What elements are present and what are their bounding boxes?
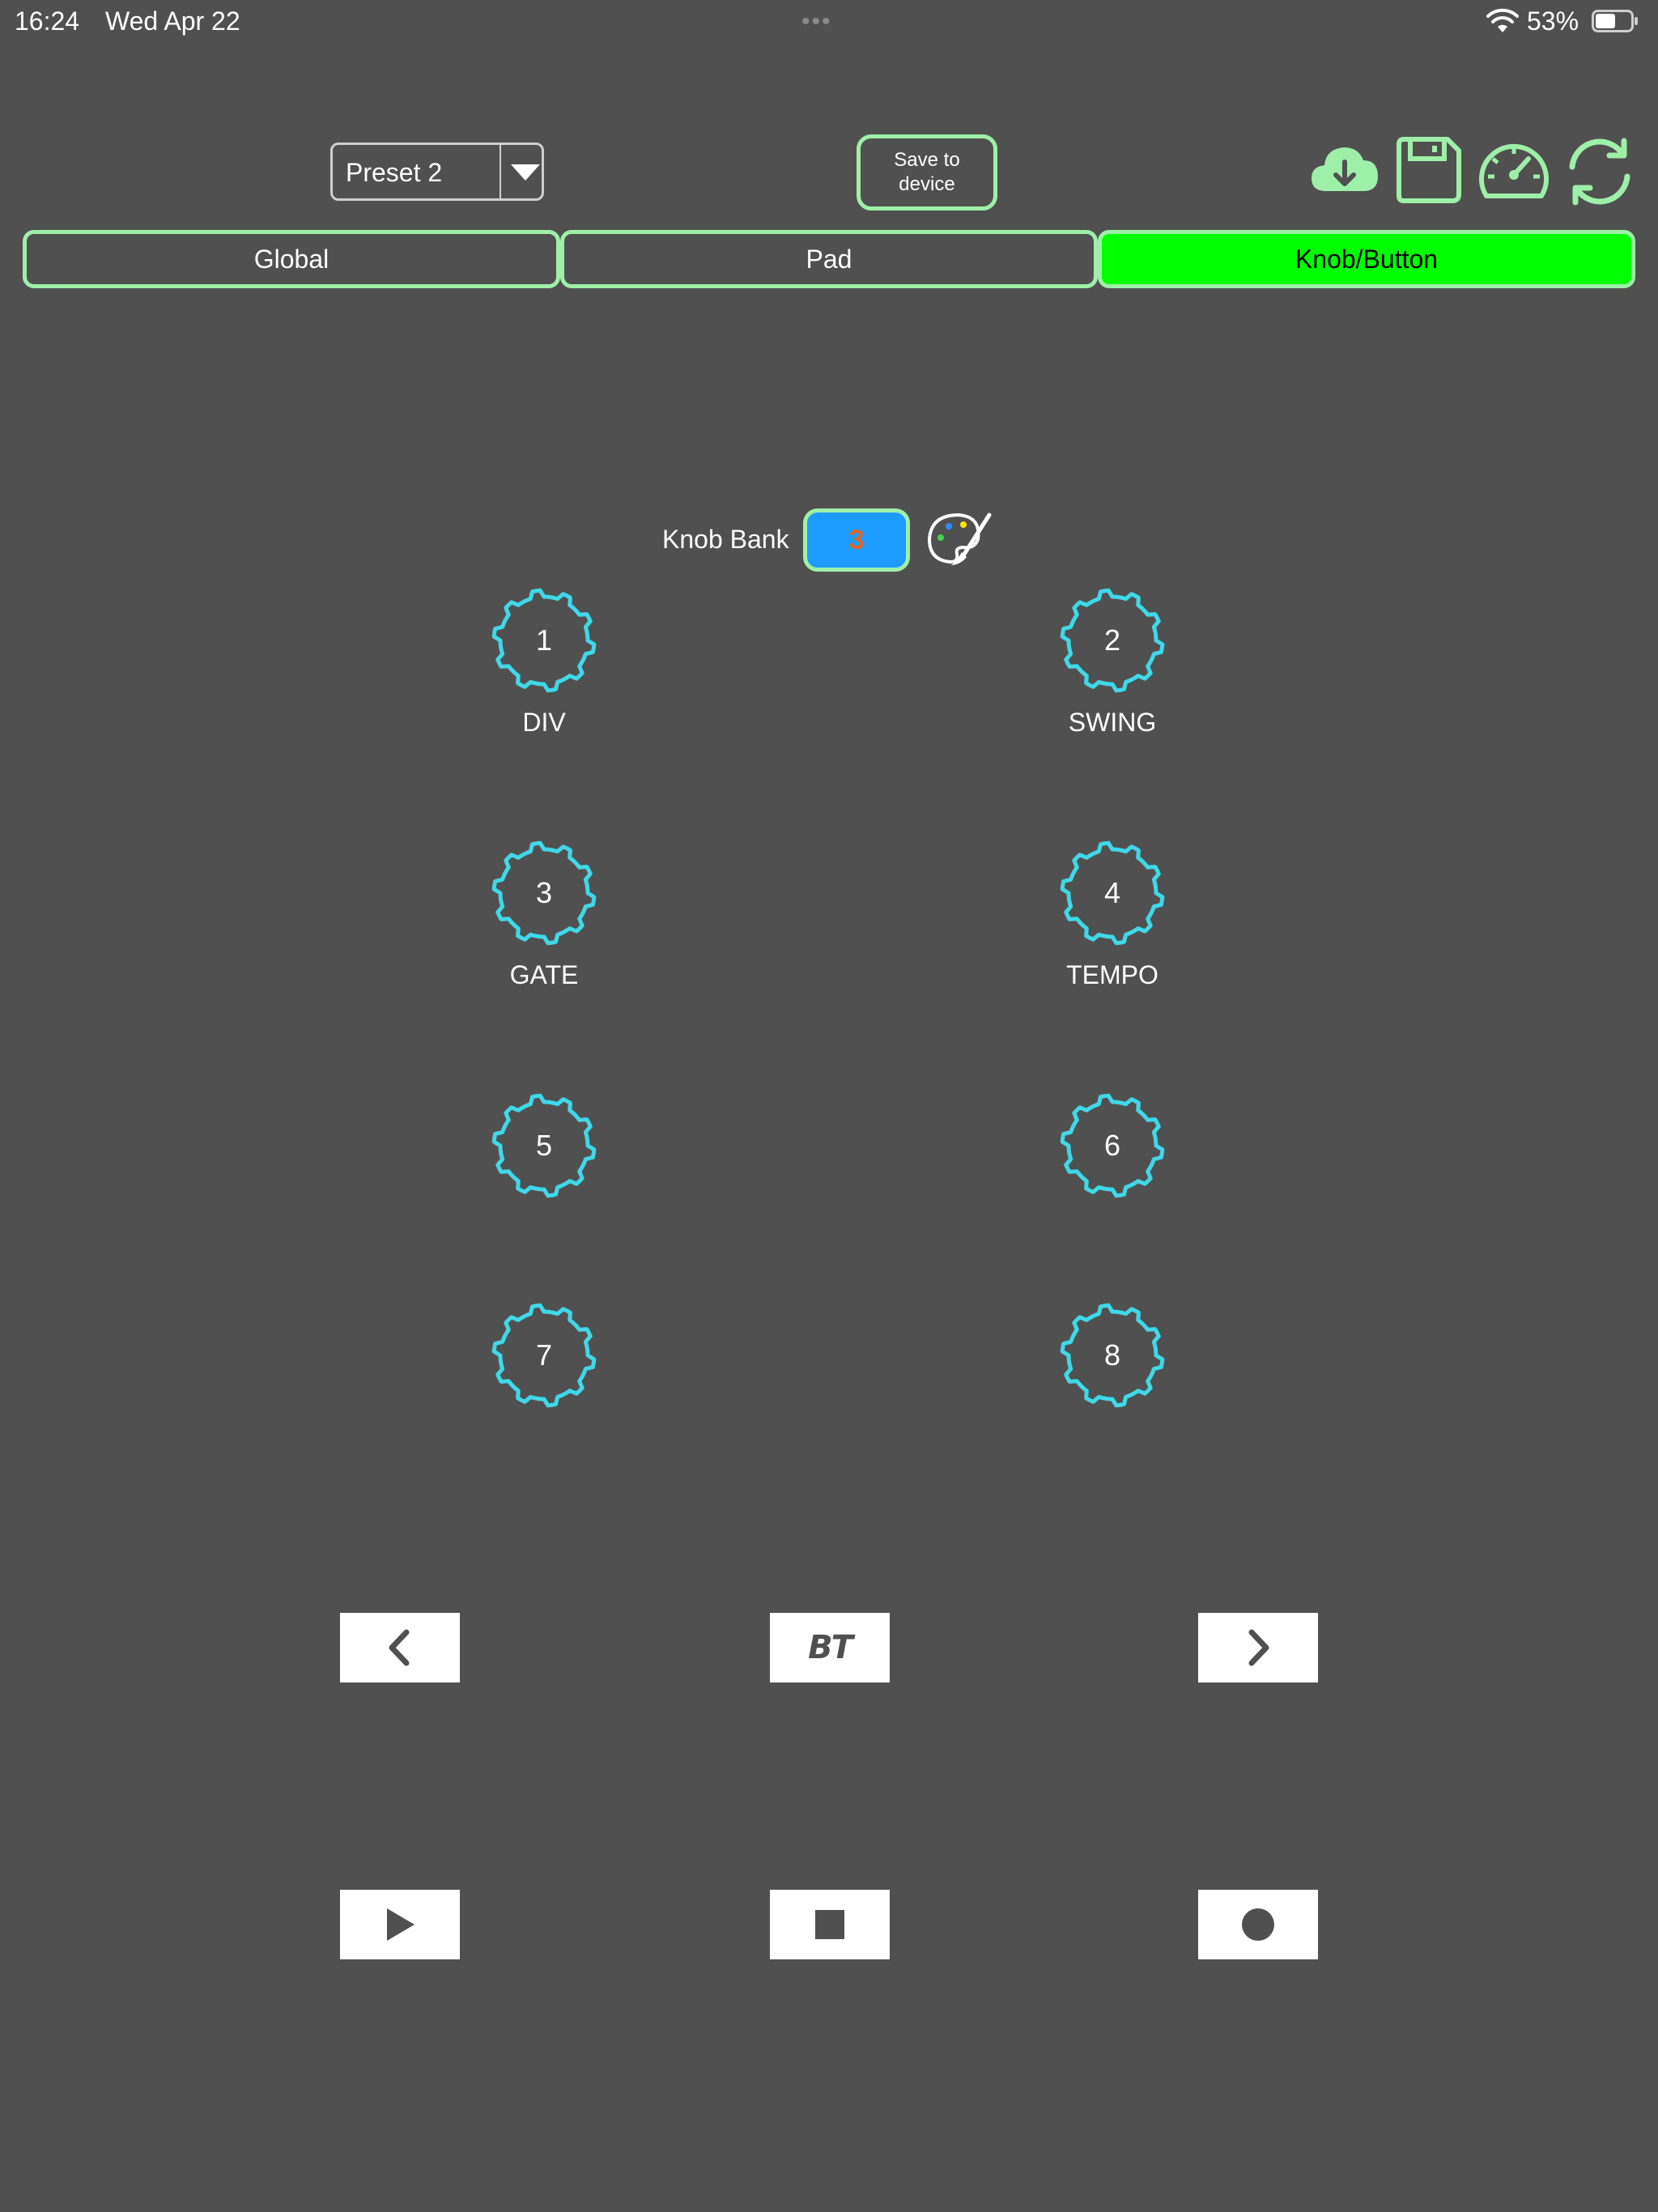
status-time: 16:24 (15, 6, 80, 36)
knob-3[interactable]: 3 (491, 840, 597, 946)
bt-button[interactable]: BT (770, 1613, 890, 1682)
tab-bar: Global Pad Knob/Button (23, 230, 1635, 288)
knob-8[interactable]: 8 (1060, 1303, 1165, 1408)
knob-number: 7 (535, 1338, 553, 1372)
bt-logo: BT (808, 1629, 853, 1666)
knob-number: 3 (535, 876, 553, 909)
knob-number: 6 (1103, 1129, 1121, 1162)
stop-button[interactable] (770, 1890, 890, 1959)
preset-divider (500, 145, 501, 198)
knob-bank-selector[interactable]: 3 (803, 508, 910, 572)
tab-pad[interactable]: Pad (560, 230, 1098, 288)
palette-icon[interactable] (926, 510, 994, 570)
previous-button[interactable] (340, 1613, 460, 1682)
cloud-download-icon[interactable] (1308, 136, 1381, 202)
wifi-icon (1486, 8, 1519, 32)
knob-5[interactable]: 5 (491, 1093, 597, 1198)
gauge-icon[interactable] (1475, 136, 1553, 204)
preset-dropdown[interactable]: Preset 2 (330, 143, 544, 201)
chevron-right-icon (1248, 1629, 1269, 1666)
knob-number: 4 (1103, 876, 1121, 909)
knob-label: TEMPO (1066, 960, 1158, 989)
next-button[interactable] (1198, 1613, 1318, 1682)
record-icon (1242, 1908, 1274, 1941)
knob-label: SWING (1068, 708, 1157, 737)
knob-7[interactable]: 7 (491, 1303, 597, 1408)
status-date: Wed Apr 22 (105, 6, 240, 36)
stop-icon (815, 1910, 844, 1939)
knob-number: 5 (535, 1129, 553, 1162)
play-icon (387, 1908, 414, 1941)
knob-label: GATE (509, 960, 579, 989)
knob-1[interactable]: 1 (491, 588, 597, 693)
save-to-device-button[interactable]: Save to device (857, 134, 997, 211)
preset-selected-value: Preset 2 (346, 158, 443, 187)
tab-global[interactable]: Global (23, 230, 560, 288)
record-button[interactable] (1198, 1890, 1318, 1959)
knob-6[interactable]: 6 (1060, 1093, 1165, 1198)
tab-knob-button[interactable]: Knob/Button (1098, 230, 1635, 288)
save-icon[interactable] (1394, 136, 1462, 204)
knob-bank-label: Knob Bank (662, 525, 789, 554)
knob-label: DIV (522, 708, 566, 737)
battery-icon (1592, 10, 1638, 32)
chevron-left-icon (389, 1629, 410, 1666)
battery-percent: 53% (1527, 6, 1579, 36)
knob-number: 2 (1103, 623, 1121, 657)
knob-number: 8 (1103, 1338, 1121, 1372)
knob-number: 1 (535, 623, 553, 657)
chevron-down-icon (511, 164, 540, 181)
multitasking-dots[interactable]: ••• (801, 8, 832, 36)
play-button[interactable] (340, 1890, 460, 1959)
knob-2[interactable]: 2 (1060, 588, 1165, 693)
refresh-icon[interactable] (1562, 136, 1637, 207)
knob-4[interactable]: 4 (1060, 840, 1165, 946)
